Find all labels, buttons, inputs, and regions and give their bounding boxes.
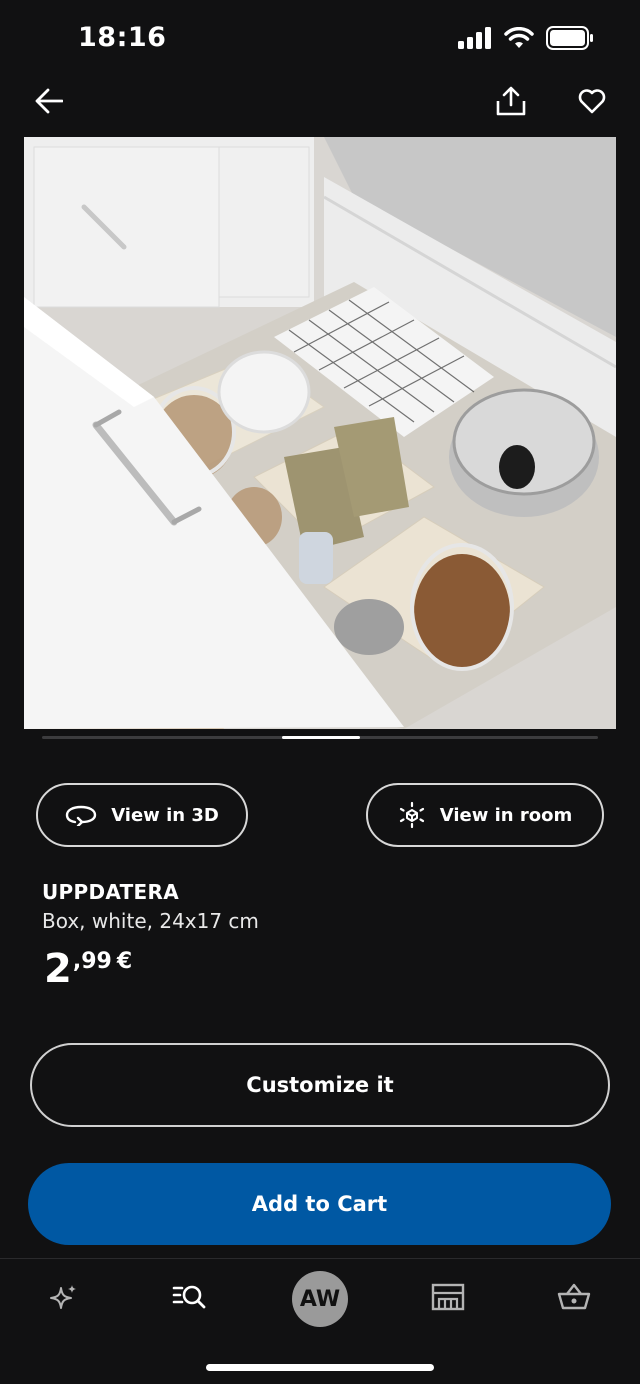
sparkle-icon: [50, 1285, 76, 1309]
product-image[interactable]: [24, 137, 616, 729]
share-button[interactable]: [492, 82, 530, 120]
ar-cube-icon: [399, 801, 424, 829]
signal-icon: [458, 27, 492, 53]
status-time: 18:16: [78, 22, 167, 53]
carousel-active-thumb: [282, 736, 360, 739]
tab-cart[interactable]: [544, 1275, 604, 1319]
status-bar: 18:16: [0, 0, 640, 72]
image-carousel-indicator[interactable]: [42, 736, 598, 739]
rotate-3d-icon: [65, 805, 97, 826]
back-arrow-icon: [35, 88, 63, 114]
wifi-icon: [504, 26, 534, 53]
basket-icon: [557, 1283, 591, 1310]
view-in-3d-button[interactable]: View in 3D: [36, 783, 248, 847]
store-icon: [431, 1283, 465, 1311]
tab-stores[interactable]: [418, 1275, 478, 1319]
home-indicator: [206, 1364, 434, 1371]
tab-inspiration[interactable]: [34, 1275, 94, 1319]
status-icons: [458, 26, 594, 54]
product-description: Box, white, 24x17 cm: [42, 909, 259, 933]
tab-search[interactable]: [160, 1275, 220, 1319]
back-button[interactable]: [32, 84, 66, 118]
price-currency: €: [116, 949, 133, 974]
view-in-room-button[interactable]: View in room: [366, 783, 604, 847]
add-to-cart-button[interactable]: Add to Cart: [28, 1163, 611, 1245]
battery-icon: [546, 26, 594, 54]
tab-account-avatar[interactable]: AW: [292, 1271, 348, 1327]
share-icon: [496, 86, 526, 116]
heart-icon: [578, 89, 606, 114]
product-price: 2 ,99 €: [44, 947, 132, 991]
price-decimal: ,99: [72, 949, 112, 974]
view-in-room-label: View in room: [439, 804, 573, 826]
product-name: UPPDATERA: [42, 880, 179, 904]
customize-button[interactable]: Customize it: [30, 1043, 610, 1127]
top-navigation: [0, 80, 640, 126]
price-integer: 2: [44, 946, 72, 992]
favorite-button[interactable]: [573, 84, 611, 118]
search-list-icon: [172, 1285, 206, 1309]
view-in-3d-label: View in 3D: [111, 804, 219, 826]
